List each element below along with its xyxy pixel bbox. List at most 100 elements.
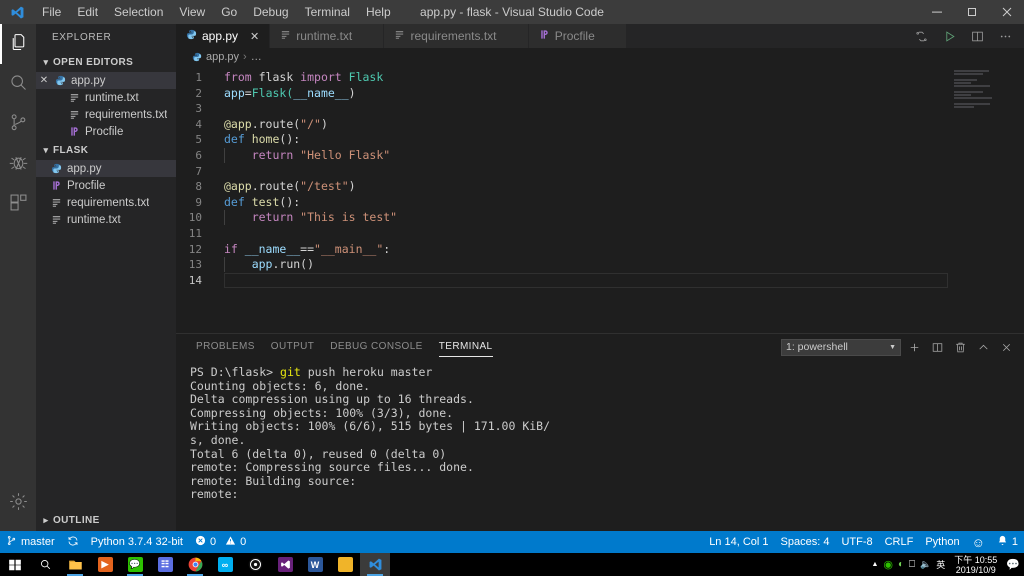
panel-tab-debug-console[interactable]: DEBUG CONSOLE — [322, 334, 430, 360]
tab-procfile[interactable]: Procfile ✕ — [528, 24, 627, 48]
more-actions-icon[interactable] — [992, 24, 1018, 48]
status-notifications[interactable]: 1 — [991, 531, 1024, 553]
code-line[interactable]: 9 def test(): — [176, 195, 1024, 211]
tray-up-icon[interactable]: ▲ — [871, 561, 878, 568]
close-icon[interactable]: ✕ — [36, 75, 52, 86]
split-editor-icon[interactable] — [964, 24, 990, 48]
menu-view[interactable]: View — [171, 0, 213, 24]
run-python-file-icon[interactable] — [936, 24, 962, 48]
code-line[interactable]: 2 app=Flask(__name__) — [176, 86, 1024, 102]
tray-clock[interactable]: 下午 10:55 2019/10/9 — [950, 555, 1001, 575]
taskbar-media-player-icon[interactable]: ▶ — [90, 553, 120, 576]
open-editor-procfile[interactable]: Procfile — [36, 123, 176, 140]
code-text[interactable]: return "This is test" — [214, 210, 397, 226]
tray-display-icon[interactable]: ⎕ — [909, 559, 915, 570]
code-text[interactable]: app.run() — [214, 257, 314, 273]
status-indentation[interactable]: Spaces: 4 — [775, 531, 836, 553]
code-line[interactable]: 6 return "Hello Flask" — [176, 147, 1024, 164]
status-eol[interactable]: CRLF — [879, 531, 920, 553]
code-text[interactable]: return "Hello Flask" — [214, 147, 390, 164]
action-center-icon[interactable]: 💬 — [1006, 558, 1020, 571]
maximize-panel-icon[interactable] — [973, 337, 993, 357]
window-controls[interactable] — [919, 0, 1024, 24]
terminal-selector[interactable]: 1: powershell ▼ — [781, 338, 901, 356]
code-text[interactable]: @app.route("/") — [214, 117, 328, 133]
kill-terminal-icon[interactable] — [950, 337, 970, 357]
status-feedback-smiley-icon[interactable]: ☺ — [966, 531, 991, 553]
status-branch[interactable]: master — [0, 531, 61, 553]
breadcrumb[interactable]: app.py › … — [176, 48, 1024, 66]
activitybar-item-settings[interactable] — [0, 483, 36, 523]
activitybar-item-extensions[interactable] — [0, 184, 36, 224]
menu-edit[interactable]: Edit — [69, 0, 106, 24]
code-text[interactable]: if __name__=="__main__": — [214, 242, 390, 258]
new-terminal-icon[interactable] — [904, 337, 924, 357]
tray-ime-icon[interactable]: 英 — [936, 558, 945, 571]
status-sync[interactable] — [61, 531, 85, 553]
tab-requirements-txt[interactable]: requirements.txt ✕ — [384, 24, 529, 48]
code-line[interactable]: 14 — [176, 273, 1024, 289]
terminal-output[interactable]: PS D:\flask> git push heroku master Count… — [176, 360, 1024, 531]
file-item-runtime-txt[interactable]: runtime.txt — [36, 211, 176, 228]
file-item-app-py[interactable]: app.py — [36, 160, 176, 177]
code-editor[interactable]: 1 from flask import Flask 2 app=Flask(__nam… — [176, 66, 1024, 333]
status-cursor-position[interactable]: Ln 14, Col 1 — [703, 531, 774, 553]
taskbar-file-explorer-icon[interactable] — [60, 553, 90, 576]
minimap[interactable] — [954, 70, 1010, 112]
taskbar-wechat-icon[interactable]: 💬 — [120, 553, 150, 576]
section-open-editors[interactable]: ▾ OPEN EDITORS — [36, 52, 176, 72]
taskbar-chrome-icon[interactable] — [180, 553, 210, 576]
open-editor-app-py[interactable]: ✕ app.py — [36, 72, 176, 89]
menu-selection[interactable]: Selection — [106, 0, 171, 24]
activitybar-item-source-control[interactable] — [0, 104, 36, 144]
taskbar-disc-icon[interactable] — [240, 553, 270, 576]
status-encoding[interactable]: UTF-8 — [835, 531, 878, 553]
editor-scrollbar[interactable] — [1010, 66, 1024, 333]
code-text[interactable]: app=Flask(__name__) — [214, 86, 356, 102]
taskbar-messenger-icon[interactable]: ☷ — [150, 553, 180, 576]
run-tests-icon[interactable] — [908, 24, 934, 48]
panel-tab-terminal[interactable]: TERMINAL — [431, 334, 501, 360]
menu-help[interactable]: Help — [358, 0, 399, 24]
breadcrumb-rest[interactable]: … — [251, 51, 262, 63]
code-line[interactable]: 7 — [176, 164, 1024, 180]
taskbar-notepad-icon[interactable] — [330, 553, 360, 576]
taskbar-search-icon[interactable] — [30, 553, 60, 576]
file-item-procfile[interactable]: Procfile — [36, 177, 176, 194]
close-panel-icon[interactable] — [996, 337, 1016, 357]
open-editor-runtime-txt[interactable]: runtime.txt — [36, 89, 176, 106]
activitybar-item-explorer[interactable] — [0, 24, 36, 64]
panel-tab-output[interactable]: OUTPUT — [263, 334, 323, 360]
menu-terminal[interactable]: Terminal — [297, 0, 358, 24]
tray-wechat-icon[interactable]: ◉ — [883, 558, 893, 571]
code-line[interactable]: 3 — [176, 101, 1024, 117]
tab-close-icon[interactable]: ✕ — [250, 30, 259, 43]
code-lines[interactable]: 1 from flask import Flask 2 app=Flask(__nam… — [176, 66, 1024, 288]
code-text[interactable]: def test(): — [214, 195, 300, 211]
status-language-mode[interactable]: Python — [919, 531, 965, 553]
taskbar-word-icon[interactable]: W — [300, 553, 330, 576]
open-editor-requirements-txt[interactable]: requirements.txt — [36, 106, 176, 123]
menu-debug[interactable]: Debug — [245, 0, 296, 24]
activitybar-item-debug[interactable] — [0, 144, 36, 184]
tray-network-icon[interactable]: ◐ — [898, 559, 904, 570]
maximize-button[interactable] — [954, 0, 989, 24]
section-outline[interactable]: ▸ OUTLINE — [36, 509, 176, 531]
tray-volume-icon[interactable]: 🔈 — [920, 559, 931, 570]
code-text[interactable]: from flask import Flask — [214, 70, 383, 86]
taskbar-vs-icon[interactable] — [270, 553, 300, 576]
code-text[interactable]: @app.route("/test") — [214, 179, 356, 195]
start-button[interactable] — [0, 553, 30, 576]
file-item-requirements-txt[interactable]: requirements.txt — [36, 194, 176, 211]
split-terminal-icon[interactable] — [927, 337, 947, 357]
tab-runtime-txt[interactable]: runtime.txt ✕ — [270, 24, 385, 48]
menu-go[interactable]: Go — [213, 0, 245, 24]
code-line[interactable]: 11 — [176, 226, 1024, 242]
taskbar-skype-icon[interactable]: ∞ — [210, 553, 240, 576]
tab-app-py[interactable]: app.py ✕ — [176, 24, 271, 48]
code-line[interactable]: 8 @app.route("/test") — [176, 179, 1024, 195]
close-button[interactable] — [989, 0, 1024, 24]
code-line[interactable]: 1 from flask import Flask — [176, 70, 1024, 86]
minimize-button[interactable] — [919, 0, 954, 24]
menu-bar[interactable]: File Edit Selection View Go Debug Termin… — [34, 0, 399, 24]
